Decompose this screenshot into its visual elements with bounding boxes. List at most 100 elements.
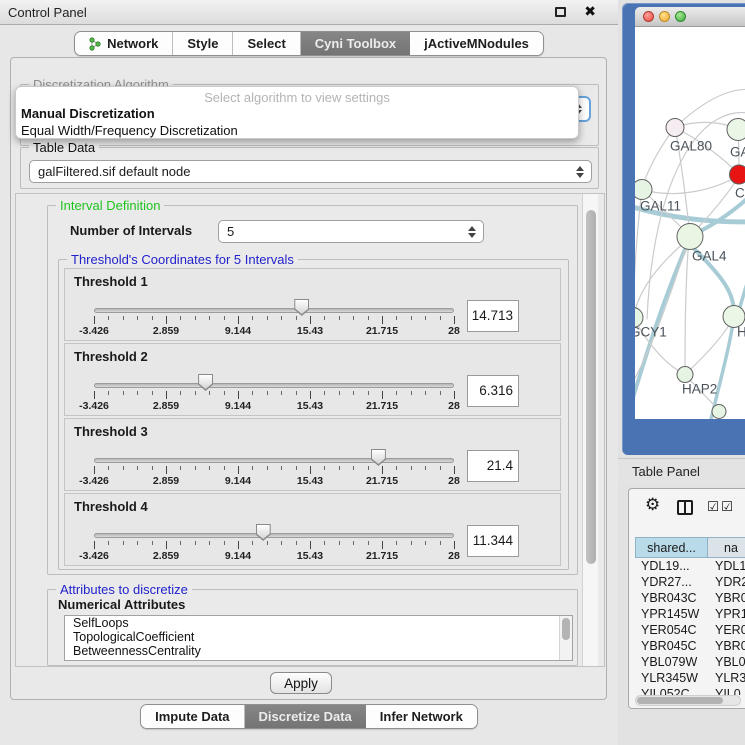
slider-tick-labels: -3.4262.8599.14415.4321.71528: [94, 400, 454, 413]
network-node[interactable]: [666, 119, 684, 137]
threshold-value-field[interactable]: 14.713: [467, 300, 519, 332]
tick: [137, 466, 138, 470]
tab-discretize-data[interactable]: Discretize Data: [245, 705, 366, 728]
dropdown-option-manual[interactable]: Manual Discretization: [16, 105, 578, 122]
table-panel-title: Table Panel: [632, 464, 700, 479]
cell-name[interactable]: YPR1: [711, 606, 745, 622]
network-node[interactable]: [727, 119, 745, 141]
table-row[interactable]: YER054CYER0: [635, 622, 745, 638]
minimize-traffic-light-icon[interactable]: [659, 11, 670, 22]
cell-name[interactable]: YIL0: [711, 686, 745, 695]
table-row[interactable]: YBL079WYBL0: [635, 654, 745, 670]
network-node[interactable]: [712, 405, 726, 419]
table-row[interactable]: YDR27...YDR2: [635, 574, 745, 590]
network-node[interactable]: [677, 224, 703, 250]
threshold-value-field[interactable]: 11.344: [467, 525, 519, 557]
network-node[interactable]: [730, 165, 745, 184]
table-hscrollbar[interactable]: [635, 695, 741, 706]
float-window-icon[interactable]: [555, 7, 566, 17]
tab-jactivemnodules[interactable]: jActiveMNodules: [410, 32, 543, 55]
cell-shared-name[interactable]: YER054C: [635, 622, 711, 638]
column-header-name[interactable]: na: [708, 537, 745, 558]
cell-name[interactable]: YDR2: [711, 574, 745, 590]
cell-shared-name[interactable]: YBR045C: [635, 638, 711, 654]
slider-thumb[interactable]: [371, 449, 386, 466]
column-header-shared-name[interactable]: shared...: [635, 537, 708, 558]
slider-track[interactable]: [94, 458, 454, 463]
algorithm-dropdown: Select algorithm to view settings Manual…: [15, 86, 579, 139]
table-panel: ⚙ ☑ ☑ shared... na YDL19...YDL1YDR27...Y…: [628, 488, 745, 709]
dropdown-hint: Select algorithm to view settings: [16, 90, 578, 105]
list-item[interactable]: SelfLoops: [65, 616, 572, 630]
cell-shared-name[interactable]: YDR27...: [635, 574, 711, 590]
scrollbar-thumb[interactable]: [562, 618, 570, 640]
table-row[interactable]: YLR345WYLR3: [635, 670, 745, 686]
cell-shared-name[interactable]: YBL079W: [635, 654, 711, 670]
tab-network[interactable]: Network: [75, 32, 173, 55]
table-row[interactable]: YPR145WYPR1: [635, 606, 745, 622]
list-scrollbar[interactable]: [559, 616, 572, 660]
scrollbar-thumb[interactable]: [637, 697, 723, 704]
slider-track[interactable]: [94, 308, 454, 313]
checkbox-checked-icon[interactable]: ☑: [707, 499, 719, 515]
threshold-value-field[interactable]: 6.316: [467, 375, 519, 407]
cell-name[interactable]: YER0: [711, 622, 745, 638]
slider-track[interactable]: [94, 533, 454, 538]
network-node[interactable]: [635, 180, 652, 200]
tick: [252, 541, 253, 545]
cell-name[interactable]: YBL0: [711, 654, 745, 670]
tab-style[interactable]: Style: [173, 32, 233, 55]
cell-shared-name[interactable]: YLR345W: [635, 670, 711, 686]
slider-thumb[interactable]: [198, 374, 213, 391]
tick: [94, 391, 95, 399]
group-title-interval-definition: Interval Definition: [56, 198, 164, 213]
cell-name[interactable]: YLR3: [711, 670, 745, 686]
network-titlebar[interactable]: [635, 7, 745, 27]
scrollbar-thumb[interactable]: [586, 210, 596, 564]
checkbox-checked-icon[interactable]: ☑: [721, 499, 733, 515]
tick: [440, 316, 441, 320]
cell-shared-name[interactable]: YBR043C: [635, 590, 711, 606]
node-label: HAP2: [682, 382, 717, 397]
panel-scrollbar[interactable]: [582, 194, 598, 666]
network-window[interactable]: GAL80GACGAL11GAL4GCY1HHAP2: [622, 3, 745, 455]
cell-shared-name[interactable]: YPR145W: [635, 606, 711, 622]
network-canvas[interactable]: GAL80GACGAL11GAL4GCY1HHAP2: [635, 27, 745, 419]
list-item[interactable]: TopologicalCoefficient: [65, 630, 572, 644]
tab-impute-data[interactable]: Impute Data: [141, 705, 244, 728]
gear-icon[interactable]: ⚙: [645, 495, 660, 515]
cell-name[interactable]: YDL1: [711, 558, 745, 574]
close-icon[interactable]: ✖: [584, 3, 596, 20]
settings-scrollpane: Interval Definition Number of Intervals …: [15, 193, 605, 667]
numerical-attributes-list[interactable]: SelfLoopsTopologicalCoefficientBetweenne…: [64, 615, 573, 661]
cell-name[interactable]: YBR0: [711, 638, 745, 654]
slider-thumb[interactable]: [256, 524, 271, 541]
slider-track[interactable]: [94, 383, 454, 388]
tick: [152, 541, 153, 545]
table-row[interactable]: YDL19...YDL1: [635, 558, 745, 574]
tab-cyni-toolbox[interactable]: Cyni Toolbox: [301, 32, 410, 55]
table-row[interactable]: YBR045CYBR0: [635, 638, 745, 654]
tab-infer-network[interactable]: Infer Network: [366, 705, 477, 728]
tick: [180, 316, 181, 320]
columns-icon[interactable]: [677, 500, 693, 515]
close-traffic-light-icon[interactable]: [643, 11, 654, 22]
network-node[interactable]: [677, 367, 693, 383]
num-intervals-combobox[interactable]: 5: [218, 220, 484, 243]
table-data-combobox[interactable]: galFiltered.sif default node: [29, 160, 592, 183]
tick-label: 21.715: [366, 550, 398, 562]
cell-shared-name[interactable]: YIL052C: [635, 686, 711, 695]
threshold-value-field[interactable]: 21.4: [467, 450, 519, 482]
slider-thumb[interactable]: [294, 299, 309, 316]
right-side: GAL80GACGAL11GAL4GCY1HHAP2 Table Panel ⚙…: [618, 0, 745, 745]
table-row[interactable]: YIL052CYIL0: [635, 686, 745, 695]
zoom-traffic-light-icon[interactable]: [675, 11, 686, 22]
table-row[interactable]: YBR043CYBR0: [635, 590, 745, 606]
dropdown-option-equal-width[interactable]: Equal Width/Frequency Discretization: [16, 122, 578, 139]
tab-select[interactable]: Select: [233, 32, 300, 55]
cell-shared-name[interactable]: YDL19...: [635, 558, 711, 574]
tick-label: 15.43: [297, 325, 323, 337]
list-item[interactable]: BetweennessCentrality: [65, 644, 572, 658]
cell-name[interactable]: YBR0: [711, 590, 745, 606]
apply-button[interactable]: Apply: [270, 672, 332, 694]
